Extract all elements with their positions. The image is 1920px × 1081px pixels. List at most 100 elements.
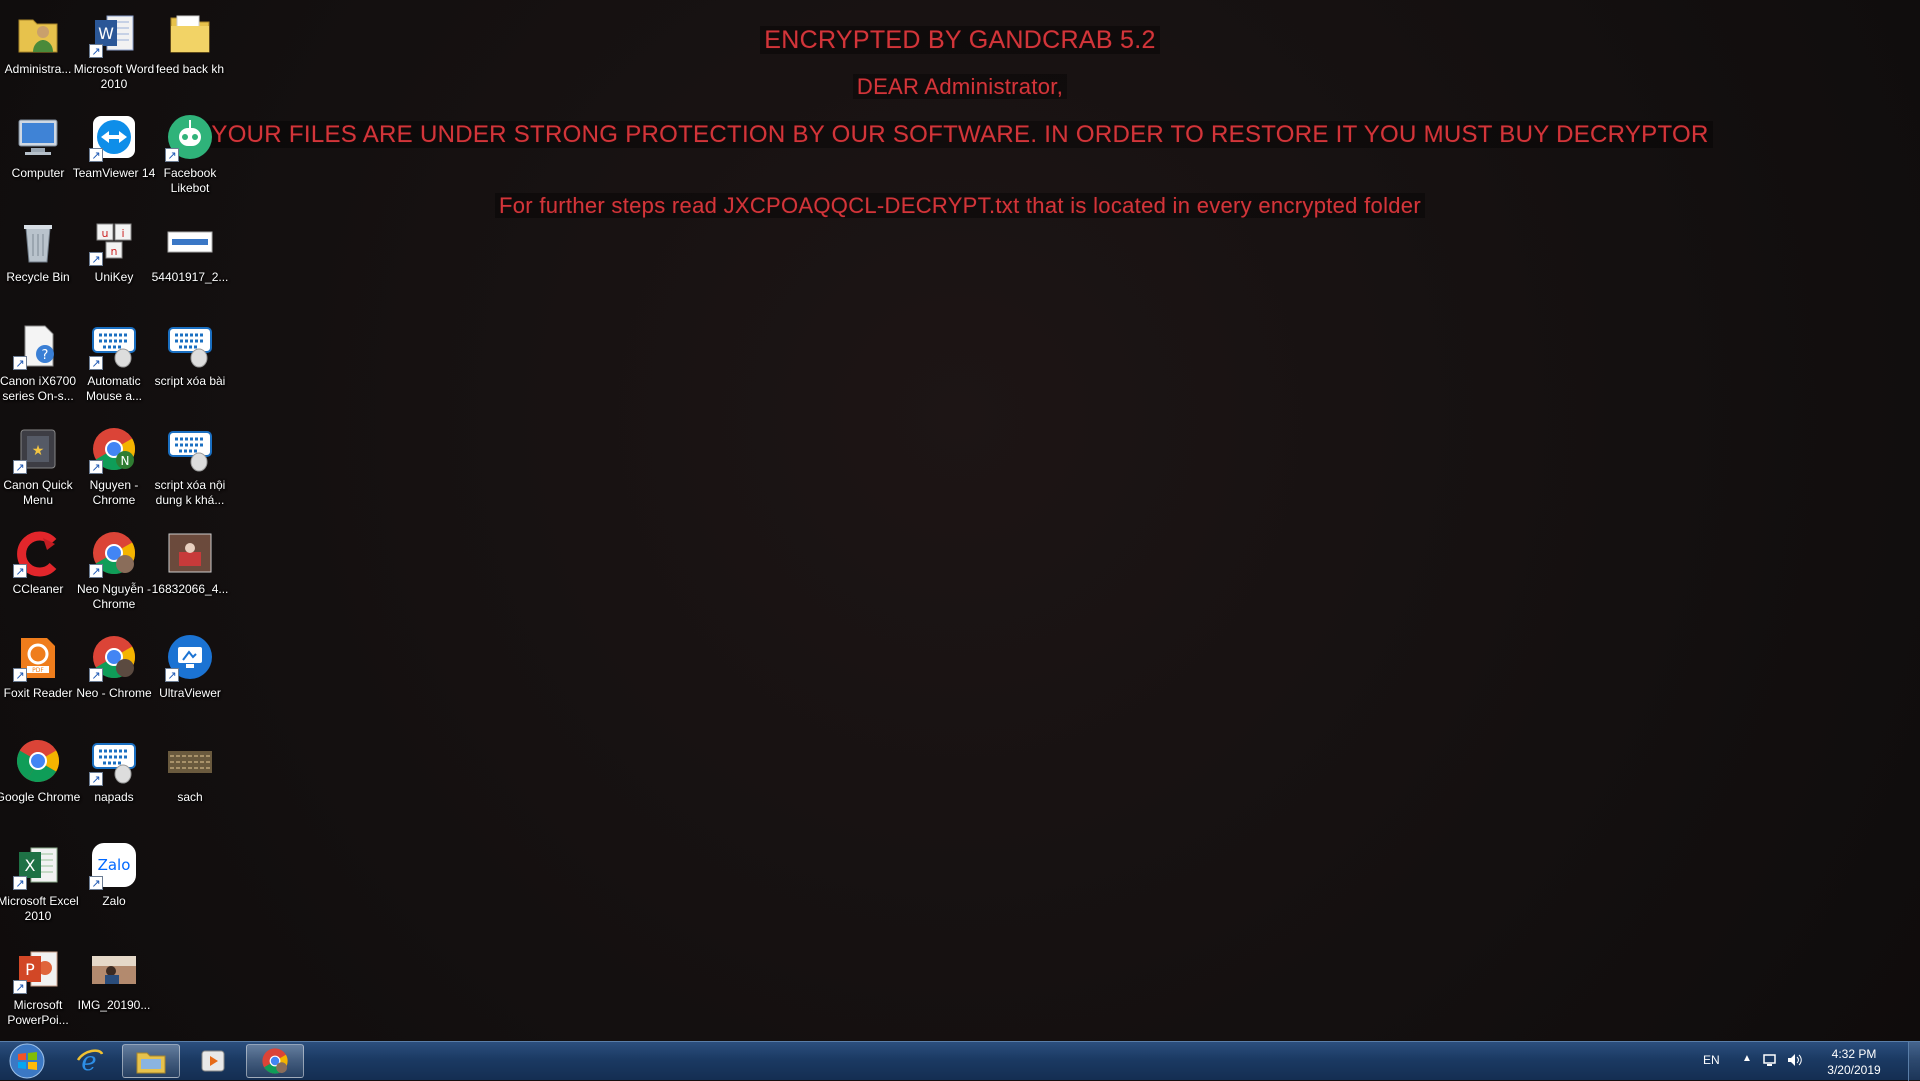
desktop-icon-facebook-likebot[interactable]: ↗ Facebook Likebot (152, 106, 228, 210)
chrome-icon: N ↗ (89, 424, 139, 474)
desktop-icon-recycle-bin[interactable]: Recycle Bin (0, 210, 76, 314)
desktop-icon-nguyen-chrome[interactable]: N ↗ Nguyen - Chrome (76, 418, 152, 522)
shortcut-arrow-icon: ↗ (89, 356, 103, 370)
desktop-icon-google-chrome[interactable]: Google Chrome (0, 730, 80, 834)
chrome-icon (262, 1048, 288, 1074)
canon-menu-icon: ★ ↗ (13, 424, 63, 474)
clock[interactable]: 4:32 PM 3/20/2019 (1814, 1046, 1894, 1078)
desktop-icon-label: Administra... (4, 62, 72, 76)
desktop-icon-label: UniKey (94, 270, 134, 284)
desktop-icon-teamviewer[interactable]: ↗ TeamViewer 14 (73, 106, 155, 210)
desktop-icon-label: napads (94, 790, 134, 804)
network-icon[interactable] (1762, 1052, 1778, 1073)
start-button[interactable] (4, 1043, 50, 1079)
excel-icon: X ↗ (13, 840, 63, 890)
folder-icon (165, 8, 215, 58)
ransom-message: YOUR FILES ARE UNDER STRONG PROTECTION B… (0, 121, 1920, 149)
desktop-icon-script-xoa-noi-dung[interactable]: script xóa nội dung k khá... (152, 418, 228, 522)
shortcut-arrow-icon: ↗ (89, 564, 103, 578)
desktop-icon-label: Computer (11, 166, 65, 180)
svg-text:P: P (25, 960, 35, 979)
desktop-icon-ultraviewer[interactable]: ↗ UltraViewer (152, 626, 228, 730)
user-folder-icon (13, 8, 63, 58)
desktop-icon-label: sach (177, 790, 203, 804)
taskbar-chrome[interactable] (246, 1044, 304, 1078)
desktop-icon-label: script xóa nội dung k khá... (154, 478, 226, 507)
desktop-icon-ccleaner[interactable]: ↗ CCleaner (0, 522, 76, 626)
bot-icon: ↗ (165, 112, 215, 162)
ransom-greeting: DEAR Administrator, (0, 74, 1920, 100)
desktop-icon-canon-ix6700[interactable]: ? ↗ Canon iX6700 series On-s... (0, 314, 76, 418)
show-desktop-button[interactable] (1908, 1042, 1920, 1081)
shortcut-arrow-icon: ↗ (89, 148, 103, 162)
svg-text:u: u (102, 227, 109, 240)
desktop-icon-script-xoa-bai[interactable]: script xóa bài (152, 314, 228, 418)
desktop-icon-img-2019[interactable]: IMG_20190... (76, 938, 152, 1042)
taskbar-internet-explorer[interactable]: e (60, 1044, 118, 1078)
desktop-icon-foxit-reader[interactable]: PDF ↗ Foxit Reader (0, 626, 76, 730)
shortcut-arrow-icon: ↗ (13, 356, 27, 370)
language-indicator[interactable]: EN (1703, 1053, 1720, 1067)
desktop-icon-word-2010[interactable]: W ↗ Microsoft Word 2010 (74, 2, 154, 106)
desktop-icon-neo-nguyen-chrome[interactable]: ↗ Neo Nguyễn - Chrome (76, 522, 152, 626)
desktop-icon-feed-back-kh[interactable]: feed back kh (152, 2, 228, 106)
ransom-title: ENCRYPTED BY GANDCRAB 5.2 (0, 26, 1920, 55)
desktop-icon-canon-quick-menu[interactable]: ★ ↗ Canon Quick Menu (0, 418, 76, 522)
desktop-icon-label: TeamViewer 14 (72, 166, 156, 180)
computer-icon (13, 112, 63, 162)
svg-text:W: W (98, 24, 114, 43)
chrome-icon: ↗ (89, 632, 139, 682)
keyboard-mouse-icon: ↗ (89, 736, 139, 786)
volume-icon[interactable] (1786, 1052, 1804, 1073)
media-player-icon (201, 1050, 225, 1072)
desktop-icon-label: CCleaner (12, 582, 64, 596)
desktop-icon-label: script xóa bài (154, 374, 226, 388)
desktop-icon-label: Nguyen - Chrome (89, 478, 139, 507)
shortcut-arrow-icon: ↗ (13, 564, 27, 578)
desktop-icon-label: Automatic Mouse a... (85, 374, 143, 403)
svg-text:n: n (111, 245, 118, 258)
desktop-icon-unikey[interactable]: uin ↗ UniKey (76, 210, 152, 314)
svg-text:Zalo: Zalo (98, 856, 131, 874)
shortcut-arrow-icon: ↗ (89, 44, 103, 58)
taskbar-media-player[interactable] (184, 1044, 242, 1078)
desktop-icon-zalo[interactable]: Zalo ↗ Zalo (76, 834, 152, 938)
svg-text:?: ? (42, 348, 49, 363)
desktop-icon-powerpoint[interactable]: P ↗ Microsoft PowerPoi... (0, 938, 76, 1042)
word-icon: W ↗ (89, 8, 139, 58)
desktop[interactable]: ENCRYPTED BY GANDCRAB 5.2 DEAR Administr… (0, 0, 1920, 1041)
desktop-icon-computer[interactable]: Computer (0, 106, 76, 210)
desktop-icon-label: Neo - Chrome (76, 686, 152, 700)
svg-text:i: i (121, 227, 124, 240)
shortcut-arrow-icon: ↗ (89, 772, 103, 786)
desktop-icon-label: Microsoft PowerPoi... (7, 998, 69, 1027)
desktop-icon-label: Google Chrome (0, 790, 81, 804)
shortcut-arrow-icon: ↗ (13, 980, 27, 994)
desktop-icon-napads[interactable]: ↗ napads (76, 730, 152, 834)
desktop-icon-excel[interactable]: X ↗ Microsoft Excel 2010 (0, 834, 79, 938)
foxit-icon: PDF ↗ (13, 632, 63, 682)
desktop-icon-label: Microsoft Word 2010 (73, 62, 155, 91)
taskbar: e EN ▲ 4:32 PM 3/20/2019 (0, 1041, 1920, 1081)
desktop-icon-automatic-mouse[interactable]: ↗ Automatic Mouse a... (76, 314, 152, 418)
desktop-icon-sach[interactable]: sach (152, 730, 228, 834)
shortcut-arrow-icon: ↗ (165, 668, 179, 682)
powerpoint-icon: P ↗ (13, 944, 63, 994)
photo-icon (165, 736, 215, 786)
desktop-icon-neo-chrome[interactable]: ↗ Neo - Chrome (76, 626, 152, 730)
unikey-icon: uin ↗ (89, 216, 139, 266)
desktop-icon-label: UltraViewer (159, 686, 221, 700)
shortcut-arrow-icon: ↗ (89, 252, 103, 266)
file-explorer-icon (136, 1052, 166, 1074)
desktop-icon-administrator[interactable]: Administra... (0, 2, 76, 106)
desktop-icon-label: IMG_20190... (77, 998, 151, 1012)
chrome-icon: ↗ (89, 528, 139, 578)
desktop-icon-54401917[interactable]: 54401917_2... (152, 210, 228, 314)
desktop-icon-16832066[interactable]: 16832066_4... (152, 522, 228, 626)
show-hidden-icons-icon[interactable]: ▲ (1742, 1053, 1752, 1064)
chrome-icon (13, 736, 63, 786)
svg-text:PDF: PDF (32, 667, 44, 674)
keyboard-mouse-icon: ↗ (89, 320, 139, 370)
photo-icon (165, 528, 215, 578)
taskbar-file-explorer[interactable] (122, 1044, 180, 1078)
